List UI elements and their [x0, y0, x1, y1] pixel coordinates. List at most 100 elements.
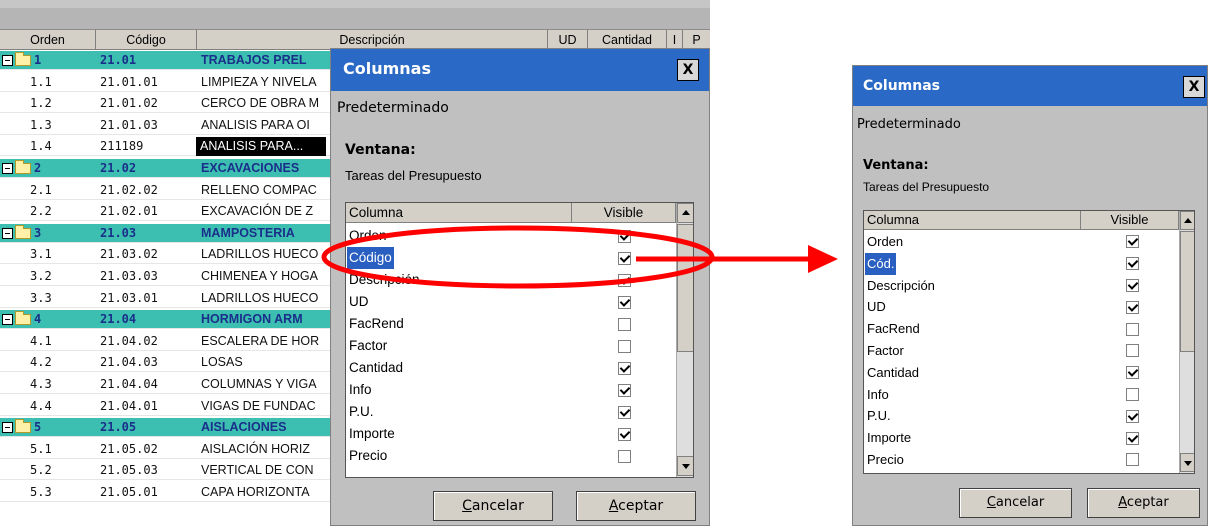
visible-checkbox[interactable]: [618, 449, 631, 463]
list-header-visible[interactable]: Visible: [572, 203, 676, 222]
columns-list: Columna Visible Orden Código Descripción UD…: [345, 202, 694, 478]
visible-checkbox[interactable]: [1126, 409, 1139, 423]
cell-codigo: 21.05: [100, 420, 137, 435]
column-name: Factor: [349, 338, 388, 353]
column-name: Importe: [867, 430, 912, 446]
list-item[interactable]: UD: [864, 296, 1179, 318]
columns-dialog: Columnas X Predeterminado Ventana: Tarea…: [330, 48, 710, 526]
scroll-thumb[interactable]: [1180, 231, 1194, 352]
visible-checkbox[interactable]: [1126, 366, 1139, 380]
list-item[interactable]: FacRend: [864, 318, 1179, 340]
list-item[interactable]: UD: [346, 291, 676, 313]
grid-top-strip: [0, 0, 710, 8]
list-item[interactable]: Orden: [346, 225, 676, 247]
close-button[interactable]: X: [1183, 76, 1205, 98]
list-item[interactable]: P.U.: [864, 405, 1179, 427]
list-item[interactable]: Info: [346, 379, 676, 401]
list-header-columna[interactable]: Columna: [346, 203, 572, 222]
column-name: FacRend: [349, 316, 404, 331]
grid-band-header: [0, 8, 710, 30]
list-item[interactable]: Descripción: [864, 275, 1179, 297]
list-item[interactable]: P.U.: [346, 401, 676, 423]
visible-checkbox[interactable]: [1126, 257, 1139, 271]
accept-label: ceptar: [1126, 495, 1169, 510]
visible-checkbox[interactable]: [1126, 322, 1139, 336]
column-name: Info: [349, 382, 372, 397]
cell-orden: 3.1: [30, 247, 52, 262]
visible-checkbox[interactable]: [618, 295, 631, 309]
chevron-down-icon: [681, 464, 690, 469]
list-item[interactable]: FacRend: [346, 313, 676, 335]
col-header-ud[interactable]: UD: [548, 30, 588, 50]
cell-orden: 1.4: [30, 139, 52, 154]
cell-descripcion-selected[interactable]: ANALISIS PARA...: [196, 137, 326, 157]
list-item[interactable]: Cód.: [864, 252, 1179, 275]
cell-orden: 2.1: [30, 182, 52, 197]
scroll-thumb[interactable]: [677, 224, 693, 352]
cell-descripcion: VERTICAL DE CON: [201, 463, 314, 478]
visible-checkbox[interactable]: [618, 251, 631, 265]
visible-checkbox[interactable]: [618, 383, 631, 397]
scroll-up-button[interactable]: [677, 203, 693, 223]
list-item[interactable]: Cantidad: [346, 357, 676, 379]
visible-checkbox[interactable]: [618, 317, 631, 331]
visible-checkbox[interactable]: [1126, 453, 1139, 467]
cell-codigo: 21.04.04: [100, 377, 158, 391]
visible-checkbox[interactable]: [618, 427, 631, 441]
visible-checkbox[interactable]: [1126, 300, 1139, 314]
col-header-descripcion[interactable]: Descripción: [197, 30, 548, 50]
list-item[interactable]: Importe: [864, 427, 1179, 449]
cell-codigo: 21.03.02: [100, 247, 158, 262]
list-scrollbar[interactable]: [1179, 211, 1194, 473]
col-header-codigo[interactable]: Código: [96, 30, 197, 50]
visible-checkbox[interactable]: [618, 405, 631, 419]
cell-codigo: 21.01: [100, 53, 137, 67]
list-item[interactable]: Precio: [864, 449, 1179, 471]
list-item[interactable]: Código: [346, 247, 676, 269]
list-item[interactable]: Info: [864, 384, 1179, 406]
list-item[interactable]: Descripción: [346, 269, 676, 291]
cell-codigo: 21.03.01: [100, 290, 158, 305]
list-item[interactable]: Factor: [864, 340, 1179, 362]
list-scrollbar[interactable]: [676, 203, 693, 477]
scroll-down-button[interactable]: [677, 456, 693, 476]
cancel-button[interactable]: Cancelar: [433, 491, 553, 521]
cell-orden: 5.1: [30, 441, 52, 456]
cell-codigo: 21.04: [100, 312, 137, 327]
scroll-up-button[interactable]: [1180, 211, 1194, 230]
list-item[interactable]: Importe: [346, 423, 676, 445]
list-item[interactable]: Cantidad: [864, 362, 1179, 384]
cell-orden: 5.2: [30, 463, 52, 478]
col-header-p[interactable]: P: [683, 30, 710, 50]
visible-checkbox[interactable]: [1126, 431, 1139, 445]
cell-orden: 2: [34, 161, 42, 175]
cancel-mnemonic: C: [462, 498, 472, 514]
cancel-button[interactable]: Cancelar: [959, 488, 1072, 518]
visible-checkbox[interactable]: [1126, 278, 1139, 292]
accept-button[interactable]: Aceptar: [1087, 488, 1200, 518]
visible-checkbox[interactable]: [1126, 235, 1139, 249]
list-header: Columna Visible: [346, 203, 676, 223]
columns-dialog-modified: Columnas X Predeterminado Ventana: Tarea…: [852, 65, 1208, 526]
visible-checkbox[interactable]: [618, 361, 631, 375]
column-name: Info: [867, 386, 889, 402]
list-item[interactable]: Orden: [864, 231, 1179, 253]
visible-checkbox[interactable]: [618, 273, 631, 287]
list-header-columna[interactable]: Columna: [864, 211, 1081, 229]
visible-checkbox[interactable]: [1126, 387, 1139, 401]
visible-checkbox[interactable]: [618, 229, 631, 243]
column-name: Cód.: [865, 252, 897, 275]
close-button[interactable]: X: [677, 59, 699, 81]
scroll-down-button[interactable]: [1180, 453, 1194, 472]
col-header-i[interactable]: I: [667, 30, 683, 50]
visible-checkbox[interactable]: [1126, 344, 1139, 358]
visible-checkbox[interactable]: [618, 339, 631, 353]
cancel-label: ancelar: [995, 495, 1045, 510]
accept-button[interactable]: Aceptar: [576, 491, 696, 521]
column-name: Descripción: [349, 272, 420, 287]
list-item[interactable]: Precio: [346, 445, 676, 467]
col-header-cantidad[interactable]: Cantidad: [588, 30, 667, 50]
list-header-visible[interactable]: Visible: [1081, 211, 1179, 229]
col-header-orden[interactable]: Orden: [0, 30, 96, 50]
list-item[interactable]: Factor: [346, 335, 676, 357]
